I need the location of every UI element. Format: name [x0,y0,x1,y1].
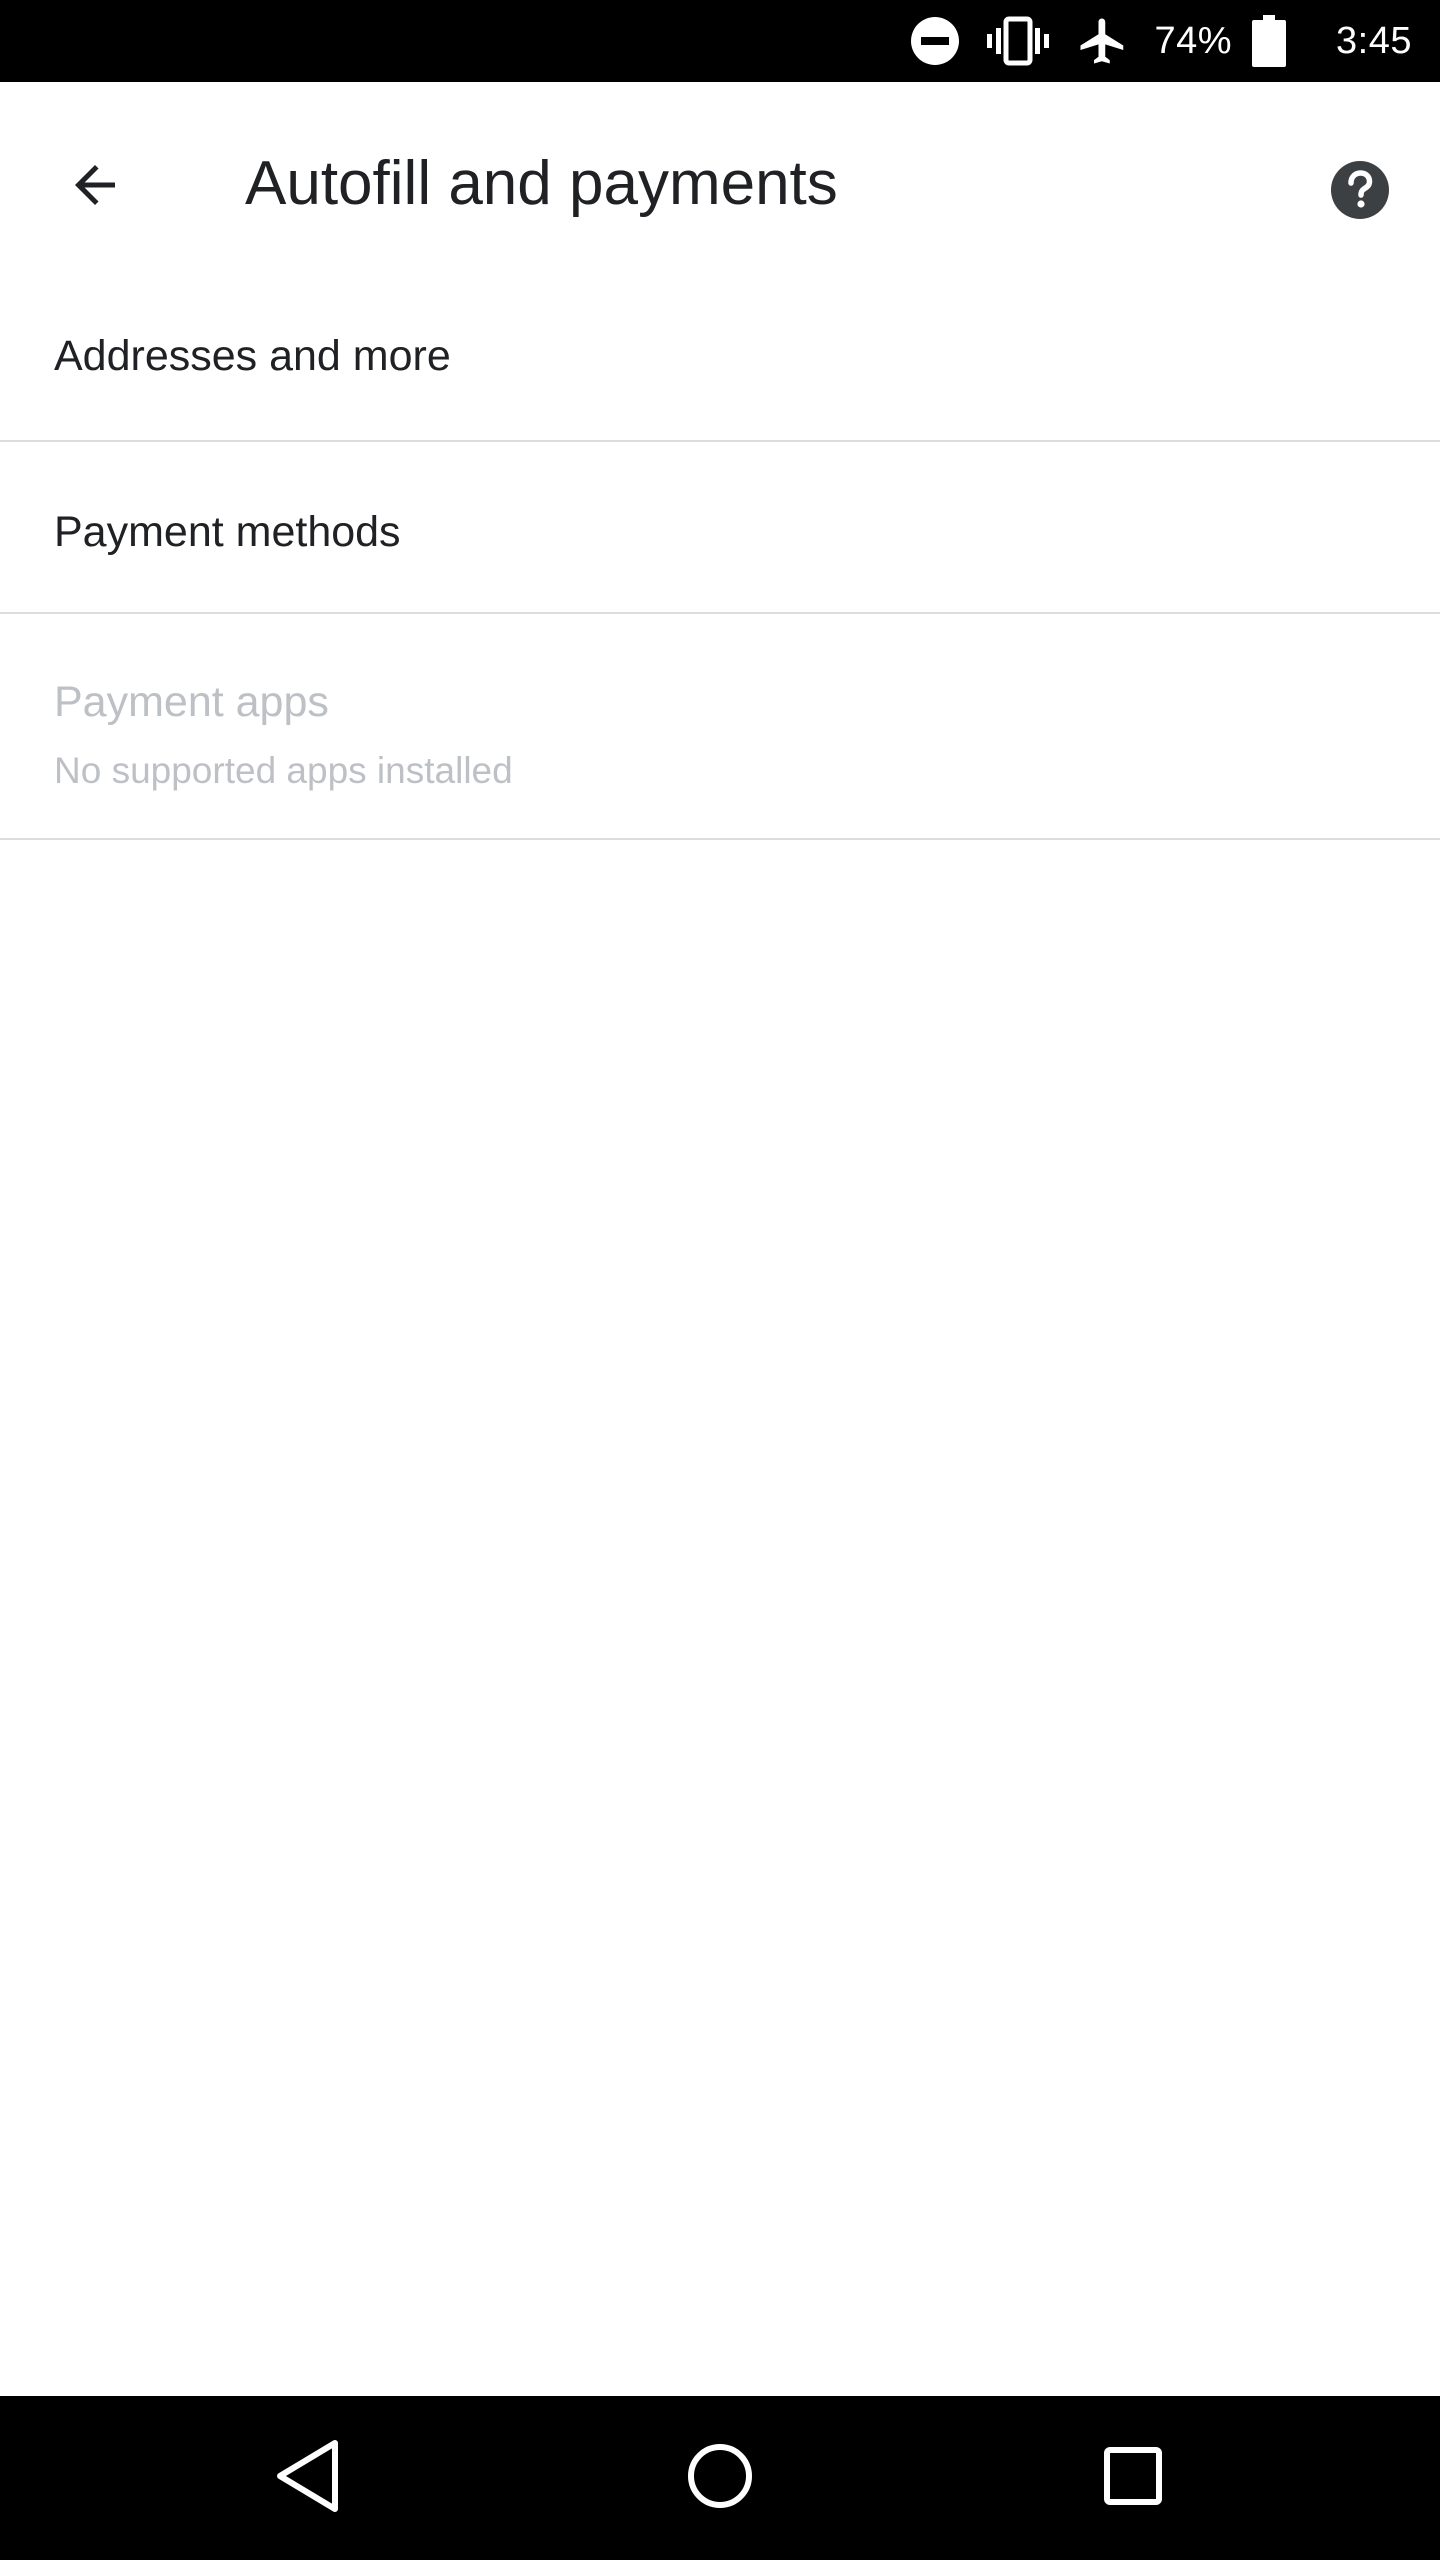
nav-back-icon [273,2438,343,2519]
settings-item-subtitle: No supported apps installed [54,750,513,791]
status-time: 3:45 [1336,19,1412,62]
navigation-bar [0,2396,1440,2560]
vibrate-icon [986,16,1050,66]
do-not-disturb-icon [910,16,960,66]
battery-percent: 74% [1154,19,1233,62]
back-button[interactable] [40,132,150,242]
settings-item-title: Addresses and more [54,332,451,380]
battery-icon [1252,15,1287,67]
app-screen: Autofill and payments Addresses and more… [0,82,1440,2396]
help-button[interactable] [1310,142,1410,242]
help-icon [1330,160,1390,225]
settings-item-title: Payment apps [54,678,329,726]
settings-item-addresses[interactable]: Addresses and more [0,272,1440,442]
settings-item-payment-methods[interactable]: Payment methods [0,442,1440,614]
nav-home-icon [685,2441,755,2516]
page-title: Autofill and payments [245,149,838,218]
nav-back-button[interactable] [258,2428,358,2528]
status-bar: 74% 3:45 [0,0,1440,82]
settings-item-payment-apps: Payment apps No supported apps installed [0,614,1440,840]
airplane-mode-icon [1076,14,1130,68]
nav-home-button[interactable] [670,2428,770,2528]
nav-recents-icon [1103,2446,1163,2511]
settings-item-title: Payment methods [54,508,401,556]
nav-recents-button[interactable] [1083,2428,1183,2528]
arrow-back-icon [65,155,125,220]
toolbar: Autofill and payments [0,82,1440,274]
